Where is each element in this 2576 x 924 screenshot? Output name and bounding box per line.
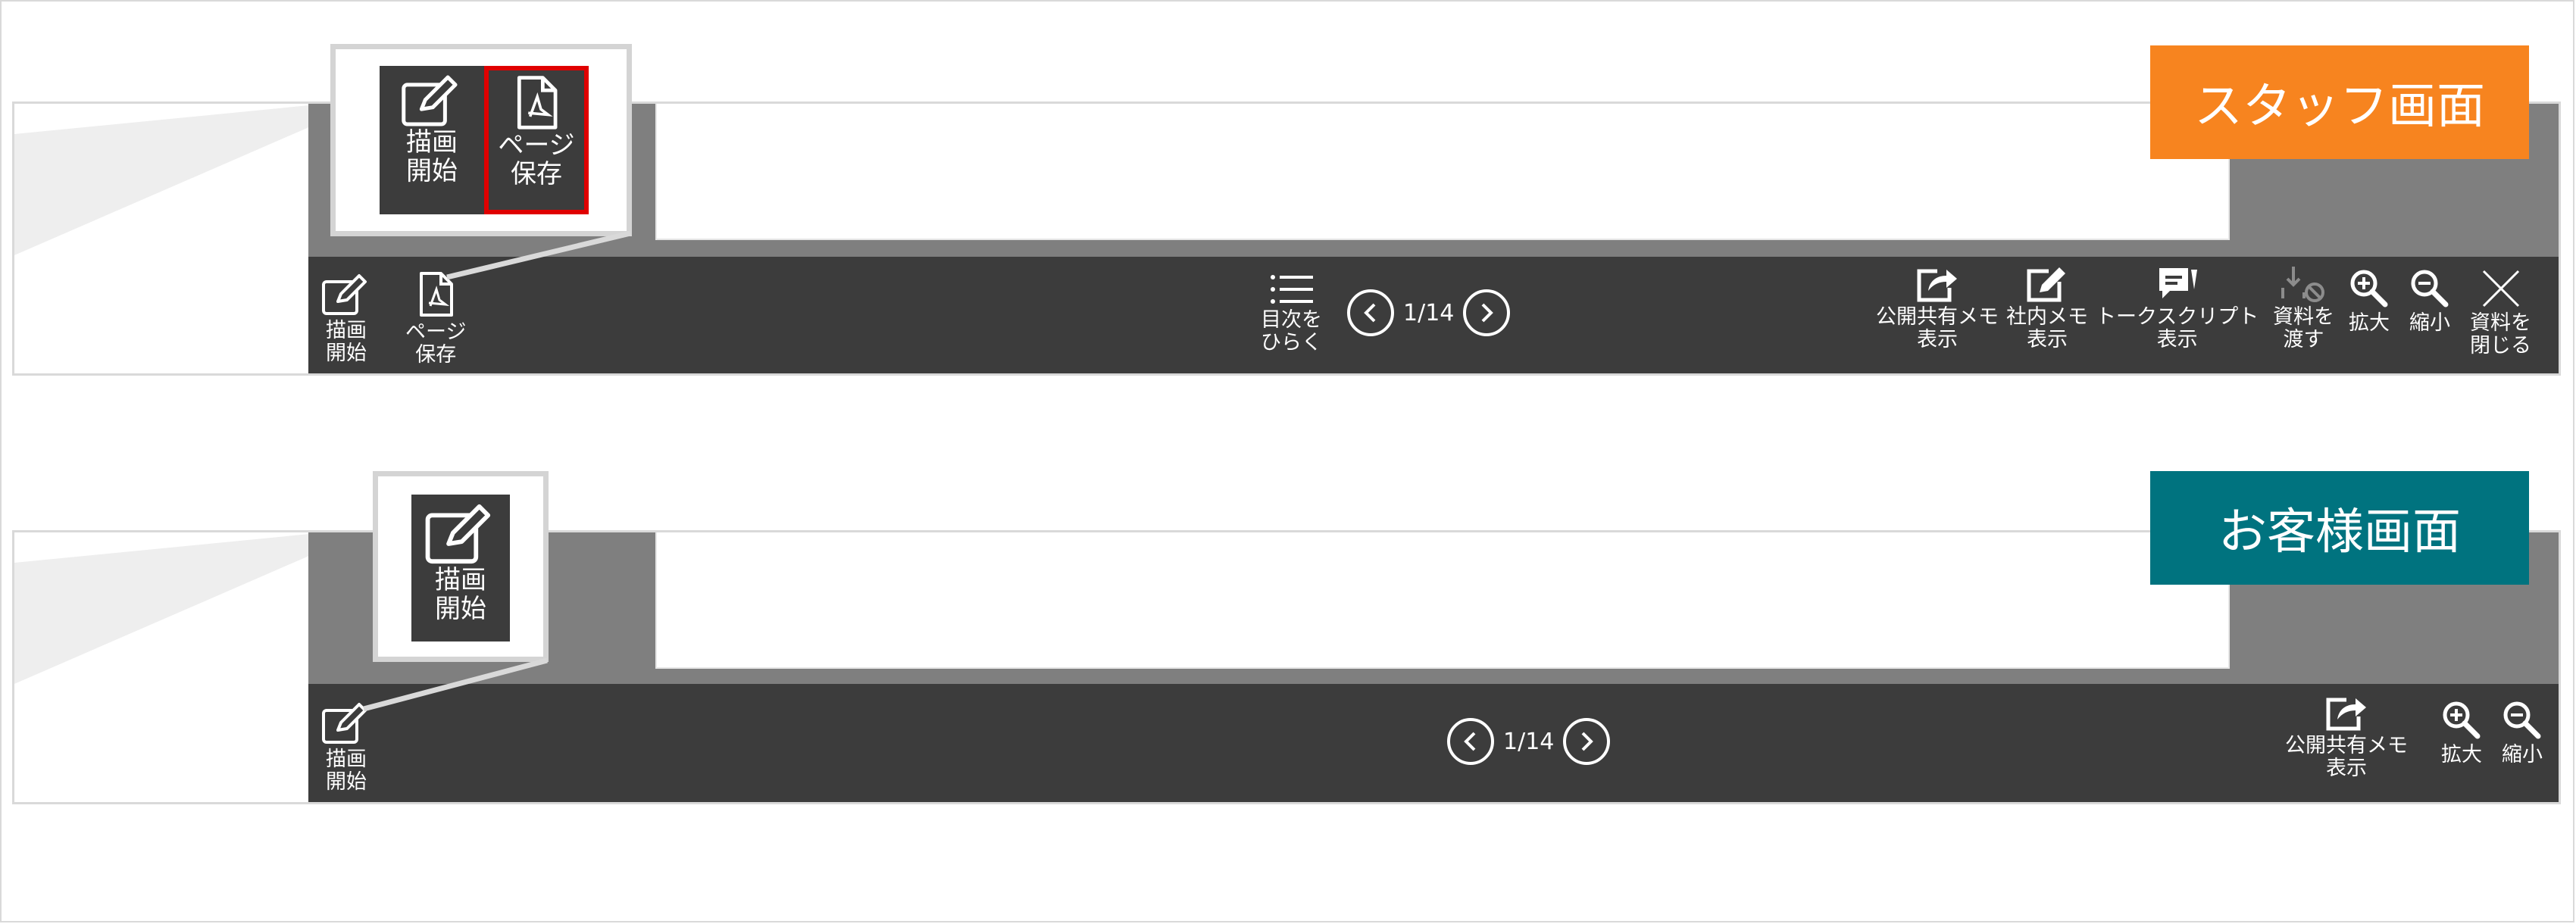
document-page bbox=[655, 104, 2230, 240]
customer-draw-start-button[interactable]: 描画 開始 bbox=[321, 701, 371, 794]
zoom-out-button[interactable]: 縮小 bbox=[2409, 268, 2450, 335]
pencil-edit-icon bbox=[425, 504, 491, 564]
draw-start-button[interactable]: 描画 開始 bbox=[321, 273, 371, 365]
share-export-icon bbox=[1917, 269, 1957, 302]
zoom-out-icon bbox=[2411, 270, 2449, 307]
prev-page-button[interactable] bbox=[1447, 718, 1494, 765]
zoom-out-label: 縮小 bbox=[2409, 311, 2450, 335]
customer-pager: 1/14 bbox=[1447, 718, 1611, 765]
hand-over-disabled-icon bbox=[2281, 267, 2324, 302]
zoom-in-icon bbox=[2350, 270, 2388, 307]
toc-button[interactable]: 目次を ひらく bbox=[1261, 273, 1322, 354]
speech-script-icon bbox=[2159, 268, 2197, 298]
page-indicator: 1/14 bbox=[1503, 728, 1555, 755]
internal-memo-button[interactable]: 社内メモ 表示 bbox=[2006, 265, 2088, 351]
internal-memo-label: 社内メモ 表示 bbox=[2006, 305, 2088, 351]
save-page-label: ページ 保存 bbox=[405, 320, 467, 367]
pencil-edit-icon bbox=[322, 274, 367, 315]
pdf-file-icon bbox=[517, 76, 558, 130]
customer-public-memo-label: 公開共有メモ 表示 bbox=[2285, 734, 2408, 780]
staff-callout: 描画 開始 ページ 保存 bbox=[330, 44, 632, 236]
zoom-in-label: 拡大 bbox=[2349, 311, 2390, 335]
callout-draw-start-tile: 描画 開始 bbox=[411, 495, 510, 641]
chevron-left-icon bbox=[1364, 303, 1376, 323]
public-memo-button[interactable]: 公開共有メモ 表示 bbox=[1876, 265, 1999, 351]
next-page-button[interactable] bbox=[1463, 289, 1511, 336]
close-material-label: 資料を 閉じる bbox=[2470, 311, 2531, 357]
customer-zoom-out-label: 縮小 bbox=[2502, 743, 2543, 766]
callout-save-page-label: ページ 保存 bbox=[498, 130, 575, 189]
zoom-in-icon bbox=[2443, 701, 2481, 739]
callout-draw-start-label: 描画 開始 bbox=[435, 565, 486, 624]
memo-edit-icon bbox=[2027, 267, 2065, 302]
hand-over-button[interactable]: 資料を 渡す bbox=[2273, 265, 2334, 351]
customer-callout: 描画 開始 bbox=[373, 471, 549, 662]
document-page bbox=[655, 532, 2230, 669]
customer-screen-badge: お客様画面 bbox=[2150, 471, 2529, 585]
share-export-icon bbox=[2326, 698, 2366, 731]
pencil-edit-icon bbox=[322, 703, 367, 744]
customer-draw-start-label: 描画 開始 bbox=[326, 748, 367, 794]
talk-script-label: トークスクリプト 表示 bbox=[2096, 305, 2259, 351]
customer-zoom-in-button[interactable]: 拡大 bbox=[2441, 700, 2482, 766]
list-icon bbox=[1270, 275, 1313, 304]
page-indicator: 1/14 bbox=[1403, 299, 1455, 326]
customer-zoom-in-label: 拡大 bbox=[2441, 743, 2482, 766]
talk-script-button[interactable]: トークスクリプト 表示 bbox=[2096, 265, 2259, 351]
pencil-edit-icon bbox=[402, 75, 458, 126]
zoom-out-icon bbox=[2503, 701, 2541, 739]
customer-zoom-out-button[interactable]: 縮小 bbox=[2502, 700, 2543, 766]
draw-start-label: 描画 開始 bbox=[326, 319, 367, 365]
callout-draw-start-tile: 描画 開始 bbox=[380, 66, 484, 214]
pdf-file-icon bbox=[420, 272, 454, 317]
close-material-button[interactable]: 資料を 閉じる bbox=[2470, 268, 2531, 357]
save-page-button[interactable]: ページ 保存 bbox=[405, 271, 466, 367]
zoom-in-button[interactable]: 拡大 bbox=[2349, 268, 2390, 335]
close-icon bbox=[2482, 270, 2519, 307]
hand-over-label: 資料を 渡す bbox=[2273, 305, 2334, 351]
public-memo-label: 公開共有メモ 表示 bbox=[1876, 305, 1999, 351]
prev-page-button[interactable] bbox=[1347, 289, 1394, 336]
callout-draw-start-label: 描画 開始 bbox=[406, 127, 458, 186]
customer-public-memo-button[interactable]: 公開共有メモ 表示 bbox=[2285, 694, 2408, 780]
next-page-button[interactable] bbox=[1563, 718, 1611, 765]
chevron-right-icon bbox=[1581, 732, 1594, 751]
toc-label: 目次を ひらく bbox=[1261, 308, 1322, 354]
chevron-left-icon bbox=[1464, 732, 1476, 751]
staff-pager: 1/14 bbox=[1347, 289, 1511, 336]
chevron-right-icon bbox=[1481, 303, 1494, 323]
customer-toolbar bbox=[308, 684, 2559, 802]
staff-screen-badge: スタッフ画面 bbox=[2150, 45, 2529, 159]
callout-save-page-tile-highlighted: ページ 保存 bbox=[484, 66, 589, 214]
